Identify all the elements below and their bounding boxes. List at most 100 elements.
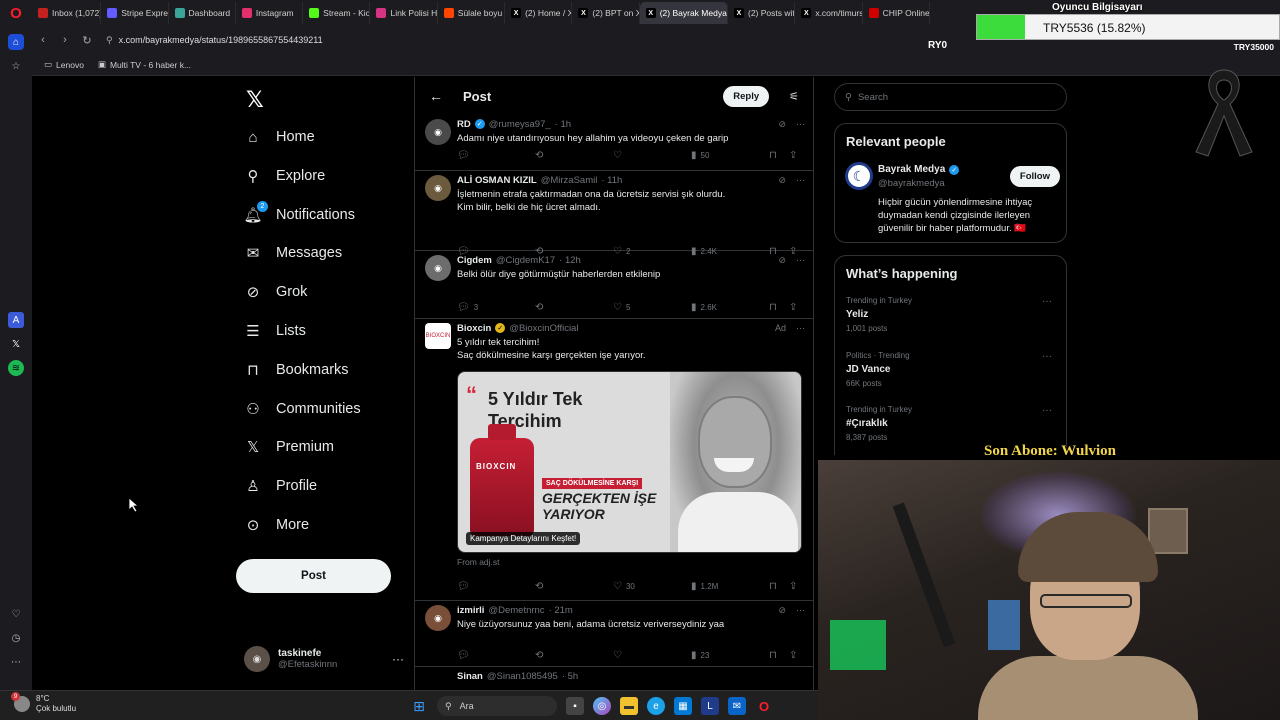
nav-item-messages[interactable]: ✉ Messages — [244, 238, 342, 268]
browser-tab[interactable]: Dashboard — [169, 2, 236, 24]
bayrak-medya-avatar[interactable]: ☾ — [845, 162, 873, 190]
browser-tab[interactable]: Instagram — [236, 2, 304, 24]
follow-button[interactable]: Follow — [1009, 166, 1060, 187]
avatar[interactable]: ◉ — [425, 605, 451, 631]
browser-tab[interactable]: Sülale boyu ha — [438, 2, 506, 24]
browser-tab[interactable]: Link Polisi Hakk — [370, 2, 438, 24]
bookmark-action[interactable]: ⊓ — [769, 302, 777, 313]
tweet[interactable]: ◉ izmirli @Demetnrnc · 21m ⊘ ··· Niye üzüyorsu… — [415, 601, 813, 667]
nav-item-bookmarks[interactable]: ⊓ Bookmarks — [244, 355, 348, 385]
views-action[interactable]: ▮ 1.2M — [691, 581, 718, 592]
reply-action[interactable]: 💬︎ 3 — [457, 302, 478, 313]
tweet-handle[interactable]: @CigdemK17 — [496, 255, 555, 266]
more-dots-icon[interactable]: ··· — [1042, 351, 1052, 362]
reply-button[interactable]: Reply — [723, 85, 770, 107]
grok-icon[interactable]: ⊘ — [778, 255, 786, 266]
tweet-handle[interactable]: @Sinan1085495 — [487, 671, 558, 682]
avatar[interactable]: ◉ — [425, 119, 451, 145]
weather-widget[interactable]: 9 8°C Çok bulutlu — [11, 692, 76, 714]
edge-icon[interactable]: e — [647, 697, 665, 715]
tweet-handle[interactable]: @BioxcinOfficial — [509, 323, 578, 334]
heart-icon[interactable]: ♡ — [8, 606, 24, 622]
nav-item-lists[interactable]: ☰ Lists — [244, 316, 306, 346]
nav-item-profile[interactable]: ♙ Profile — [244, 471, 317, 501]
url-field[interactable]: ⚲ x.com/bayrakmedya/status/1989655867554… — [106, 35, 323, 46]
more-dots-icon[interactable]: ··· — [796, 323, 805, 333]
x-sidebar-icon[interactable]: 𝕏 — [8, 336, 24, 352]
star-icon[interactable]: ☆ — [8, 58, 24, 74]
nav-item-grok[interactable]: ⊘ Grok — [244, 277, 308, 307]
tweet-handle[interactable]: @Demetnrnc — [488, 605, 544, 616]
search-input[interactable]: ⚲ Search — [834, 83, 1067, 111]
browser-tab[interactable]: X(2) Bayrak Medya on X: " — [639, 2, 728, 24]
app-icon[interactable]: A — [8, 312, 24, 328]
like-action[interactable]: ♡ 30 — [613, 581, 635, 592]
ad-tweet[interactable]: BIOXCIN Bioxcin ✓ @BioxcinOfficial Ad ··· 5 yı… — [415, 319, 813, 601]
reply-action[interactable]: 💬︎ — [457, 650, 474, 661]
reply-action[interactable]: 💬︎ — [457, 150, 474, 161]
grok-icon[interactable]: ⊘ — [778, 605, 786, 616]
trend-item[interactable]: Trending in Turkey #Çıraklık 8,387 posts ··… — [846, 405, 1058, 442]
views-action[interactable]: ▮ 2.6K — [691, 302, 717, 313]
browser-tab[interactable]: CHIP Online — [863, 2, 930, 24]
browser-tab[interactable]: X(2) BPT on X: " — [572, 2, 640, 24]
like-action[interactable]: ♡ — [613, 150, 626, 161]
share-action[interactable]: ⇪ — [789, 650, 797, 661]
tweet[interactable]: ◉ RD ✓ @rumeysa97_ · 1h ⊘ ··· Adamı niye utandı… — [415, 115, 813, 171]
tweet-handle[interactable]: @rumeysa97_ — [489, 119, 551, 130]
bookmark-action[interactable]: ⊓ — [769, 150, 777, 161]
account-switcher[interactable]: ◉ taskinefe @Efetaskinnn ··· — [244, 643, 404, 675]
share-action[interactable]: ⇪ — [789, 302, 797, 313]
bookmark-action[interactable]: ⊓ — [769, 581, 777, 592]
task-view-icon[interactable]: ▪ — [566, 697, 584, 715]
tweet[interactable]: Sinan @Sinan1085495 · 5h — [415, 667, 813, 690]
avatar[interactable]: ◉ — [425, 175, 451, 201]
more-dots-icon[interactable]: ··· — [796, 119, 805, 130]
more-dots-icon[interactable]: ··· — [1042, 405, 1052, 416]
reload-icon[interactable]: ↻ — [76, 34, 98, 47]
home-sidebar-icon[interactable]: ⌂ — [8, 34, 24, 50]
browser-tab[interactable]: Stripe Express — [101, 2, 169, 24]
more-dots-icon[interactable]: ··· — [392, 652, 404, 666]
copilot-icon[interactable]: ◎ — [593, 697, 611, 715]
history-icon[interactable]: ◷ — [8, 630, 24, 646]
more-icon[interactable]: ⋯ — [8, 654, 24, 670]
retweet-action[interactable]: ⟲ — [535, 650, 547, 661]
store-icon[interactable]: ▦ — [674, 697, 692, 715]
windows-start-icon[interactable]: ⊞ — [410, 697, 428, 715]
tweet-author[interactable]: izmirli — [457, 605, 484, 616]
reply-action[interactable]: 💬︎ — [457, 581, 474, 592]
bioxcin-avatar[interactable]: BIOXCIN — [425, 323, 451, 349]
browser-tab[interactable]: Stream - Kick D — [303, 2, 371, 24]
site-info-icon[interactable]: ⚲ — [106, 35, 113, 46]
nav-item-communities[interactable]: ⚇ Communities — [244, 394, 360, 424]
avatar[interactable]: ◉ — [425, 255, 451, 281]
more-dots-icon[interactable]: ··· — [796, 255, 805, 266]
bookmark-multi-tv[interactable]: ▣ Multi TV - 6 haber k... — [98, 59, 191, 70]
mail-app-icon[interactable]: ✉ — [728, 697, 746, 715]
nav-item-notifications[interactable]: 🔔︎ 2 Notifications — [243, 200, 355, 230]
ad-image[interactable]: “5 Yıldır Tek Tercihim BIOXCIN SAÇ DÖKÜLME… — [457, 371, 802, 553]
retweet-action[interactable]: ⟲ — [535, 581, 547, 592]
opera-taskbar-icon[interactable]: O — [755, 697, 773, 715]
bookmark-lenovo[interactable]: ▭ Lenovo — [44, 59, 84, 70]
nav-item-home[interactable]: ⌂ Home — [244, 122, 314, 152]
taskbar-search[interactable]: ⚲ Ara — [437, 696, 557, 716]
grok-icon[interactable]: ⊘ — [778, 119, 786, 130]
x-logo-icon[interactable]: 𝕏 — [246, 87, 264, 113]
share-action[interactable]: ⇪ — [789, 150, 797, 161]
browser-tab[interactable]: Inbox (1,072) - — [32, 2, 102, 24]
opera-logo-icon[interactable]: O — [0, 0, 32, 26]
retweet-action[interactable]: ⟲ — [535, 150, 547, 161]
back-icon[interactable]: ‹ — [32, 34, 54, 46]
tweet-author[interactable]: Sinan — [457, 671, 483, 682]
more-dots-icon[interactable]: ··· — [796, 175, 805, 186]
nav-item-explore[interactable]: ⚲ Explore — [244, 161, 326, 191]
nav-item-more[interactable]: ⊙ More — [244, 510, 309, 540]
trend-item[interactable]: Trending in Turkey Yeliz 1,001 posts ··· — [846, 296, 1058, 333]
tweet[interactable]: ◉ ALİ OSMAN KIZIL @MirzaSamil · 11h ⊘ ··· İşle… — [415, 171, 813, 257]
more-dots-icon[interactable]: ··· — [796, 605, 805, 616]
retweet-action[interactable]: ⟲ — [535, 302, 547, 313]
forward-icon[interactable]: › — [54, 34, 76, 46]
ad-source[interactable]: From adj.st — [457, 557, 500, 567]
